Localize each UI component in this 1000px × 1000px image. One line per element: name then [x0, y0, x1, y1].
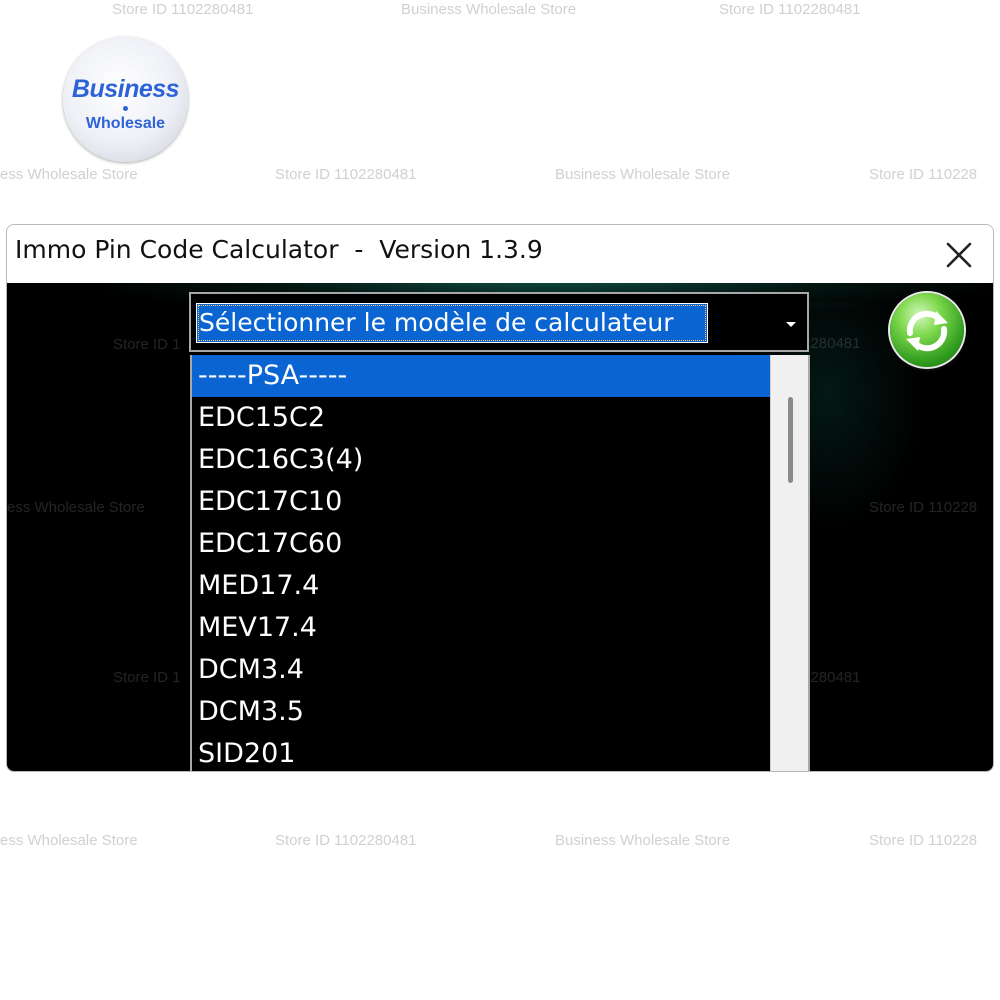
watermark-store-id: Store ID 1 [113, 669, 181, 686]
app-window: Immo Pin Code Calculator - Version 1.3.9… [6, 224, 994, 772]
list-item[interactable]: MEV17.4 [192, 607, 770, 649]
refresh-button[interactable] [890, 293, 964, 367]
refresh-icon [906, 310, 948, 352]
model-select-value[interactable]: Sélectionner le modèle de calculateur [196, 303, 708, 343]
chevron-down-icon[interactable] [781, 314, 801, 334]
logo-dot [123, 106, 128, 111]
watermark-store-id: Store ID 110228 [869, 832, 978, 849]
logo-main-text: Business [71, 75, 180, 103]
list-item[interactable]: -----PSA----- [192, 355, 770, 397]
client-area: Store ID 1 Store ID 1102280481 ess Whole… [7, 283, 993, 771]
model-dropdown-list[interactable]: -----PSA----- EDC15C2 EDC16C3(4) EDC17C1… [190, 355, 810, 771]
list-item[interactable]: EDC15C2 [192, 397, 770, 439]
watermark-store-name: Business Wholesale Store [555, 166, 731, 183]
store-logo: Business Wholesale [63, 37, 188, 162]
watermark-store-name: ess Wholesale Store [0, 832, 138, 849]
watermark-store-id: Store ID 1102280481 [275, 166, 417, 183]
dropdown-scrollbar[interactable] [770, 355, 808, 771]
list-item[interactable]: EDC17C10 [192, 481, 770, 523]
model-select[interactable]: Sélectionner le modèle de calculateur [189, 292, 809, 352]
list-item[interactable]: EDC16C3(4) [192, 439, 770, 481]
list-item[interactable]: SID201 [192, 733, 770, 771]
watermark-store-name: Business Wholesale Store [401, 1, 577, 18]
watermark-store-name: ess Wholesale Store [7, 499, 145, 516]
watermark-store-id: Store ID 1 [113, 336, 181, 353]
title-bar[interactable]: Immo Pin Code Calculator - Version 1.3.9 [7, 225, 993, 283]
scrollbar-thumb[interactable] [788, 397, 793, 483]
window-title: Immo Pin Code Calculator - Version 1.3.9 [15, 235, 543, 264]
watermark-store-name: Business Wholesale Store [555, 832, 731, 849]
list-item[interactable]: MED17.4 [192, 565, 770, 607]
list-item[interactable]: DCM3.4 [192, 649, 770, 691]
close-button[interactable] [939, 235, 979, 275]
watermark-store-id: Store ID 1102280481 [112, 1, 254, 18]
list-item[interactable]: DCM3.5 [192, 691, 770, 733]
watermark-store-name: ess Wholesale Store [0, 166, 138, 183]
watermark-store-id: Store ID 110228 [869, 166, 978, 183]
watermark-store-id: Store ID 1102280481 [719, 1, 861, 18]
close-icon [946, 242, 972, 268]
list-item[interactable]: EDC17C60 [192, 523, 770, 565]
watermark-store-id: Store ID 1102280481 [275, 832, 417, 849]
logo-sub-text: Wholesale [85, 115, 166, 132]
